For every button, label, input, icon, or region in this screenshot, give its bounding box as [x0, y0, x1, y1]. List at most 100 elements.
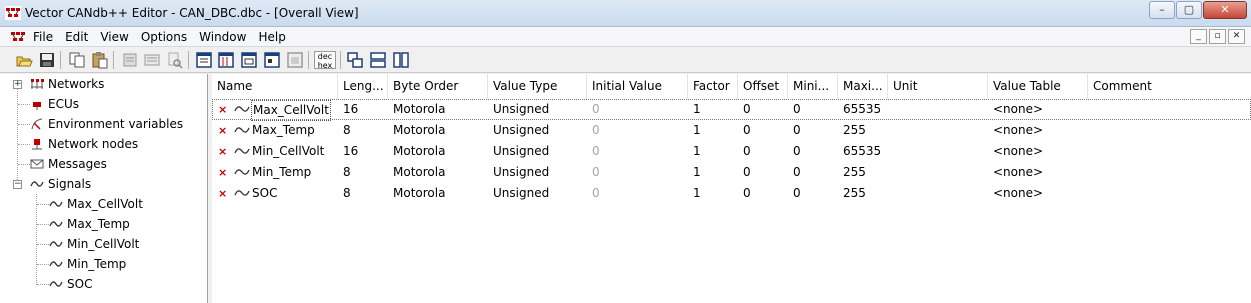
- cell-offset: 0: [743, 102, 751, 116]
- list-icon[interactable]: [143, 51, 161, 69]
- tree-connector: [18, 144, 30, 145]
- column-header-value-table[interactable]: Value Table: [988, 74, 1088, 99]
- column-header-value-type[interactable]: Value Type: [488, 74, 587, 99]
- menu-window[interactable]: Window: [199, 30, 246, 44]
- cell-initial-value: 0: [592, 144, 600, 158]
- cell-factor: 1: [693, 144, 701, 158]
- properties-icon[interactable]: [121, 51, 139, 69]
- tree-connector: [37, 284, 49, 285]
- cell-length: 16: [343, 144, 359, 158]
- signal-icon: [234, 190, 250, 196]
- open-icon[interactable]: [15, 51, 33, 69]
- signal-status-icon: ×: [218, 145, 228, 158]
- column-header-factor[interactable]: Factor: [688, 74, 738, 99]
- toolbar: dec hex: [0, 48, 1251, 73]
- tree-item-label: Max_Temp: [67, 217, 130, 231]
- cascade-icon[interactable]: [346, 51, 364, 69]
- tree-item-label: Networks: [48, 77, 105, 91]
- table-row[interactable]: × Min_Temp 8 Motorola Unsigned 0 1 0 0 2…: [212, 162, 1251, 183]
- tree-item-label: Environment variables: [48, 117, 184, 131]
- cell-initial-value: 0: [592, 102, 600, 116]
- app-icon: [5, 6, 21, 20]
- table-row[interactable]: × SOC 8 Motorola Unsigned 0 1 0 0 255 <n…: [212, 183, 1251, 204]
- table-row[interactable]: × Min_CellVolt 16 Motorola Unsigned 0 1 …: [212, 141, 1251, 162]
- cell-comment: [1088, 99, 1248, 120]
- menu-options[interactable]: Options: [141, 30, 187, 44]
- view-5-icon[interactable]: [286, 51, 304, 69]
- column-header-byte-order[interactable]: Byte Order: [388, 74, 488, 99]
- cell-value-type: Unsigned: [493, 165, 550, 179]
- view-2-icon[interactable]: [217, 51, 235, 69]
- cell-offset: 0: [743, 144, 751, 158]
- env-var-icon: [31, 118, 43, 130]
- cell-minimum: 0: [793, 102, 801, 116]
- column-header-length[interactable]: Leng...: [338, 74, 388, 99]
- cell-length: 16: [343, 102, 359, 116]
- cell-initial-value: 0: [592, 123, 600, 137]
- cell-factor: 1: [693, 165, 701, 179]
- toolbar-separator: [113, 51, 114, 69]
- column-header-comment[interactable]: Comment: [1088, 74, 1251, 99]
- signal-icon: [49, 281, 63, 287]
- tile-horizontal-icon[interactable]: [369, 51, 387, 69]
- mdi-minimize-button[interactable]: _: [1190, 29, 1207, 44]
- tree-connector: [37, 224, 49, 225]
- view-4-icon[interactable]: [263, 51, 281, 69]
- cell-offset: 0: [743, 123, 751, 137]
- table-row[interactable]: × Max_Temp 8 Motorola Unsigned 0 1 0 0 2…: [212, 120, 1251, 141]
- tree-connector: [18, 104, 30, 105]
- cell-maximum: 255: [843, 165, 866, 179]
- cell-value-table: <none>: [993, 186, 1044, 200]
- tree-item-label: Min_Temp: [67, 257, 127, 271]
- network-icon: [31, 79, 44, 89]
- save-icon[interactable]: [38, 51, 56, 69]
- menu-edit[interactable]: Edit: [65, 30, 88, 44]
- find-icon[interactable]: [166, 51, 184, 69]
- maximize-button[interactable]: ▢: [1176, 1, 1202, 19]
- ecu-icon: [33, 102, 41, 110]
- cell-value-type: Unsigned: [493, 144, 550, 158]
- column-header-unit[interactable]: Unit: [888, 74, 988, 99]
- signal-icon: [49, 241, 63, 247]
- minimize-button[interactable]: –: [1149, 1, 1175, 19]
- dec-hex-icon[interactable]: dec hex: [314, 51, 336, 70]
- close-button[interactable]: ✕: [1203, 1, 1247, 19]
- tile-vertical-icon[interactable]: [392, 51, 410, 69]
- menu-help[interactable]: Help: [258, 30, 285, 44]
- window-controls: – ▢ ✕: [1148, 1, 1247, 20]
- expand-networks-icon[interactable]: +: [13, 80, 22, 89]
- overview-tree: + Networks ECUs Environment variables Ne…: [0, 74, 208, 303]
- network-node-icon: [32, 139, 42, 150]
- cell-maximum: 255: [843, 123, 866, 137]
- signal-icon: [49, 221, 63, 227]
- cell-unit: [888, 183, 988, 204]
- view-3-icon[interactable]: [240, 51, 258, 69]
- table-row[interactable]: × Max_CellVolt 16 Motorola Unsigned 0 1 …: [212, 99, 1251, 121]
- column-header-name[interactable]: Name: [212, 74, 338, 99]
- menu-file[interactable]: File: [33, 30, 53, 44]
- mdi-restore-button[interactable]: ▫: [1209, 29, 1226, 44]
- collapse-signals-icon[interactable]: −: [13, 180, 22, 189]
- cell-value-type: Unsigned: [493, 186, 550, 200]
- paste-icon[interactable]: [91, 51, 109, 69]
- cell-factor: 1: [693, 186, 701, 200]
- toolbar-separator: [188, 51, 189, 69]
- cell-value-table: <none>: [993, 102, 1044, 116]
- column-header-maximum[interactable]: Maxi...: [838, 74, 888, 99]
- cell-comment: [1088, 162, 1248, 183]
- menu-view[interactable]: View: [100, 30, 128, 44]
- document-icon[interactable]: [10, 30, 26, 44]
- column-header-minimum[interactable]: Mini...: [788, 74, 838, 99]
- menu-bar: File Edit View Options Window Help _ ▫ ✕: [0, 27, 1251, 47]
- column-header-initial-value[interactable]: Initial Value: [587, 74, 688, 99]
- signal-status-icon: ×: [218, 103, 228, 116]
- tree-connector: [36, 194, 37, 285]
- cell-comment: [1088, 141, 1248, 162]
- mdi-close-button[interactable]: ✕: [1228, 29, 1245, 44]
- tree-item-label: Messages: [48, 157, 107, 171]
- cell-value-table: <none>: [993, 123, 1044, 137]
- column-header-offset[interactable]: Offset: [738, 74, 788, 99]
- cell-factor: 1: [693, 123, 701, 137]
- view-1-icon[interactable]: [195, 51, 213, 69]
- copy-icon[interactable]: [68, 51, 86, 69]
